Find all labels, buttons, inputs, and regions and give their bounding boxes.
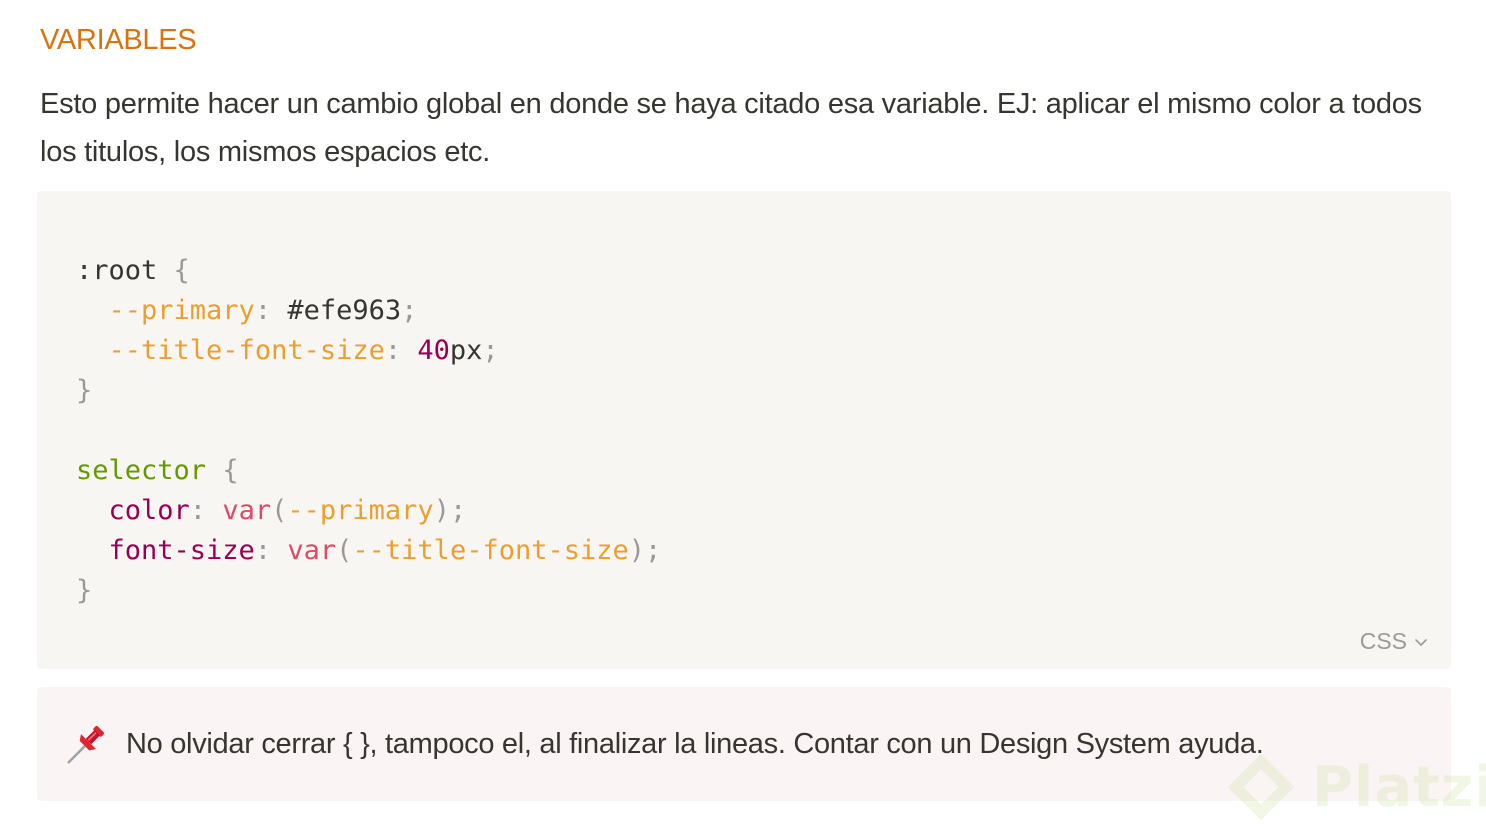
code-function: var: [287, 535, 337, 566]
chevron-down-icon: [1415, 638, 1427, 646]
code-brace: {: [173, 255, 190, 286]
code-colon: :: [254, 535, 272, 566]
code-colon: :: [384, 335, 402, 366]
language-selector[interactable]: CSS: [1360, 628, 1429, 655]
code-colon: :: [254, 295, 272, 326]
code-custom-property: --primary: [108, 295, 255, 326]
callout-text: No olvidar cerrar { }, tampoco el, al fi…: [126, 728, 1264, 760]
code-custom-property: --title-font-size: [352, 535, 629, 566]
code-value: #efe963: [271, 295, 402, 326]
code-paren: (: [336, 535, 353, 566]
code-brace: }: [76, 375, 93, 406]
code-brace: }: [76, 575, 93, 606]
code-semicolon: ;: [645, 535, 662, 566]
pushpin-icon: [67, 726, 104, 764]
code-paren: (: [271, 495, 288, 526]
code-unit: px: [449, 335, 483, 366]
callout: No olvidar cerrar { }, tampoco el, al fi…: [37, 687, 1451, 801]
code-semicolon: ;: [401, 295, 418, 326]
code-custom-property: --title-font-size: [108, 335, 385, 366]
code-property: color: [108, 495, 190, 526]
section-paragraph: Esto permite hacer un cambio global en d…: [40, 88, 1422, 168]
code-paren: ): [433, 495, 450, 526]
section-heading: VARIABLES: [40, 24, 197, 56]
language-label: CSS: [1359, 628, 1407, 654]
code-custom-property: --primary: [287, 495, 434, 526]
code-colon: :: [189, 495, 207, 526]
code-semicolon: ;: [482, 335, 499, 366]
code-root-selector: :root: [76, 255, 158, 286]
code-block[interactable]: :root { --primary: #efe963; --title-font…: [37, 191, 1451, 669]
code-property: font-size: [108, 535, 255, 566]
code-selector: selector: [76, 455, 207, 486]
code-semicolon: ;: [449, 495, 467, 526]
code-function: var: [222, 495, 272, 526]
code-brace: {: [222, 455, 239, 486]
code-content: :root { --primary: #efe963; --title-font…: [76, 251, 661, 611]
code-number: 40: [417, 335, 450, 366]
code-paren: ): [628, 535, 646, 566]
